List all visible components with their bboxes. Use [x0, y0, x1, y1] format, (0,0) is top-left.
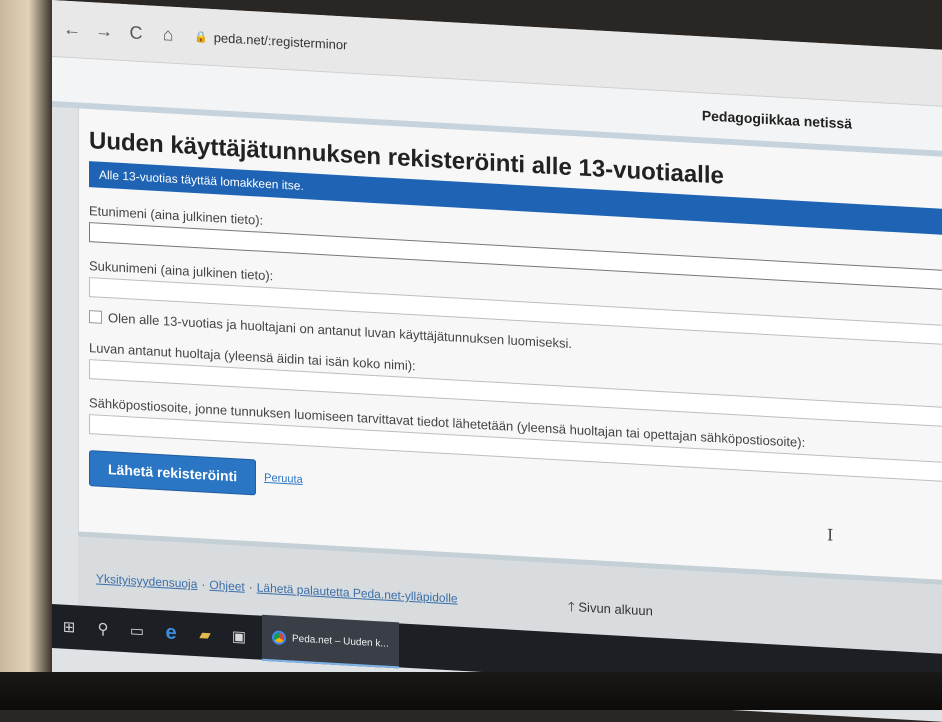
- help-link[interactable]: Ohjeet: [209, 578, 244, 594]
- footer-links: Yksityisyydensuoja · Ohjeet · Lähetä palaute…: [96, 571, 458, 605]
- search-icon[interactable]: ⚲: [86, 619, 120, 639]
- home-button[interactable]: ⌂: [156, 23, 180, 45]
- lock-icon: 🔒: [194, 30, 208, 44]
- address-url: peda.net/:registerminor: [213, 29, 348, 53]
- windows-start-icon[interactable]: ⊞: [52, 617, 86, 637]
- taskbar-app-chrome[interactable]: Peda.net – Uuden k...: [262, 614, 399, 669]
- screen: ← → C ⌂ 🔒 peda.net/:registerminor Pedago…: [52, 0, 942, 722]
- forward-button[interactable]: →: [92, 20, 116, 42]
- task-view-icon[interactable]: ▭: [120, 621, 154, 641]
- taskbar-app-label: Peda.net – Uuden k...: [292, 632, 389, 650]
- arrow-up-icon: 🡑: [568, 598, 575, 615]
- reload-button[interactable]: C: [124, 22, 148, 44]
- monitor-bezel: [0, 0, 52, 710]
- footer-separator: ·: [248, 580, 253, 595]
- monitor-bottom-bezel: [0, 672, 942, 710]
- submit-button[interactable]: Lähetä rekisteröinti: [89, 450, 257, 496]
- privacy-link[interactable]: Yksityisyydensuoja: [96, 571, 197, 591]
- store-icon[interactable]: ▣: [222, 627, 256, 647]
- edge-icon[interactable]: e: [154, 620, 188, 645]
- consent-checkbox[interactable]: [89, 310, 102, 324]
- back-button[interactable]: ←: [60, 18, 84, 40]
- registration-form: Uuden käyttäjätunnuksen rekisteröinti al…: [78, 108, 942, 591]
- chrome-icon: [272, 630, 286, 646]
- text-cursor-icon: I: [827, 525, 834, 545]
- site-tagline: Pedagogiikkaa netissä: [701, 107, 852, 132]
- cancel-link[interactable]: Peruuta: [264, 472, 303, 486]
- back-to-top-label: Sivun alkuun: [578, 599, 653, 619]
- address-bar[interactable]: 🔒 peda.net/:registerminor: [194, 28, 347, 52]
- file-explorer-icon[interactable]: ▰: [188, 625, 222, 645]
- back-to-top-link[interactable]: 🡑 Sivun alkuun: [568, 598, 653, 625]
- feedback-link[interactable]: Lähetä palautetta Peda.net-ylläpidolle: [257, 580, 458, 605]
- footer-separator: ·: [201, 577, 206, 592]
